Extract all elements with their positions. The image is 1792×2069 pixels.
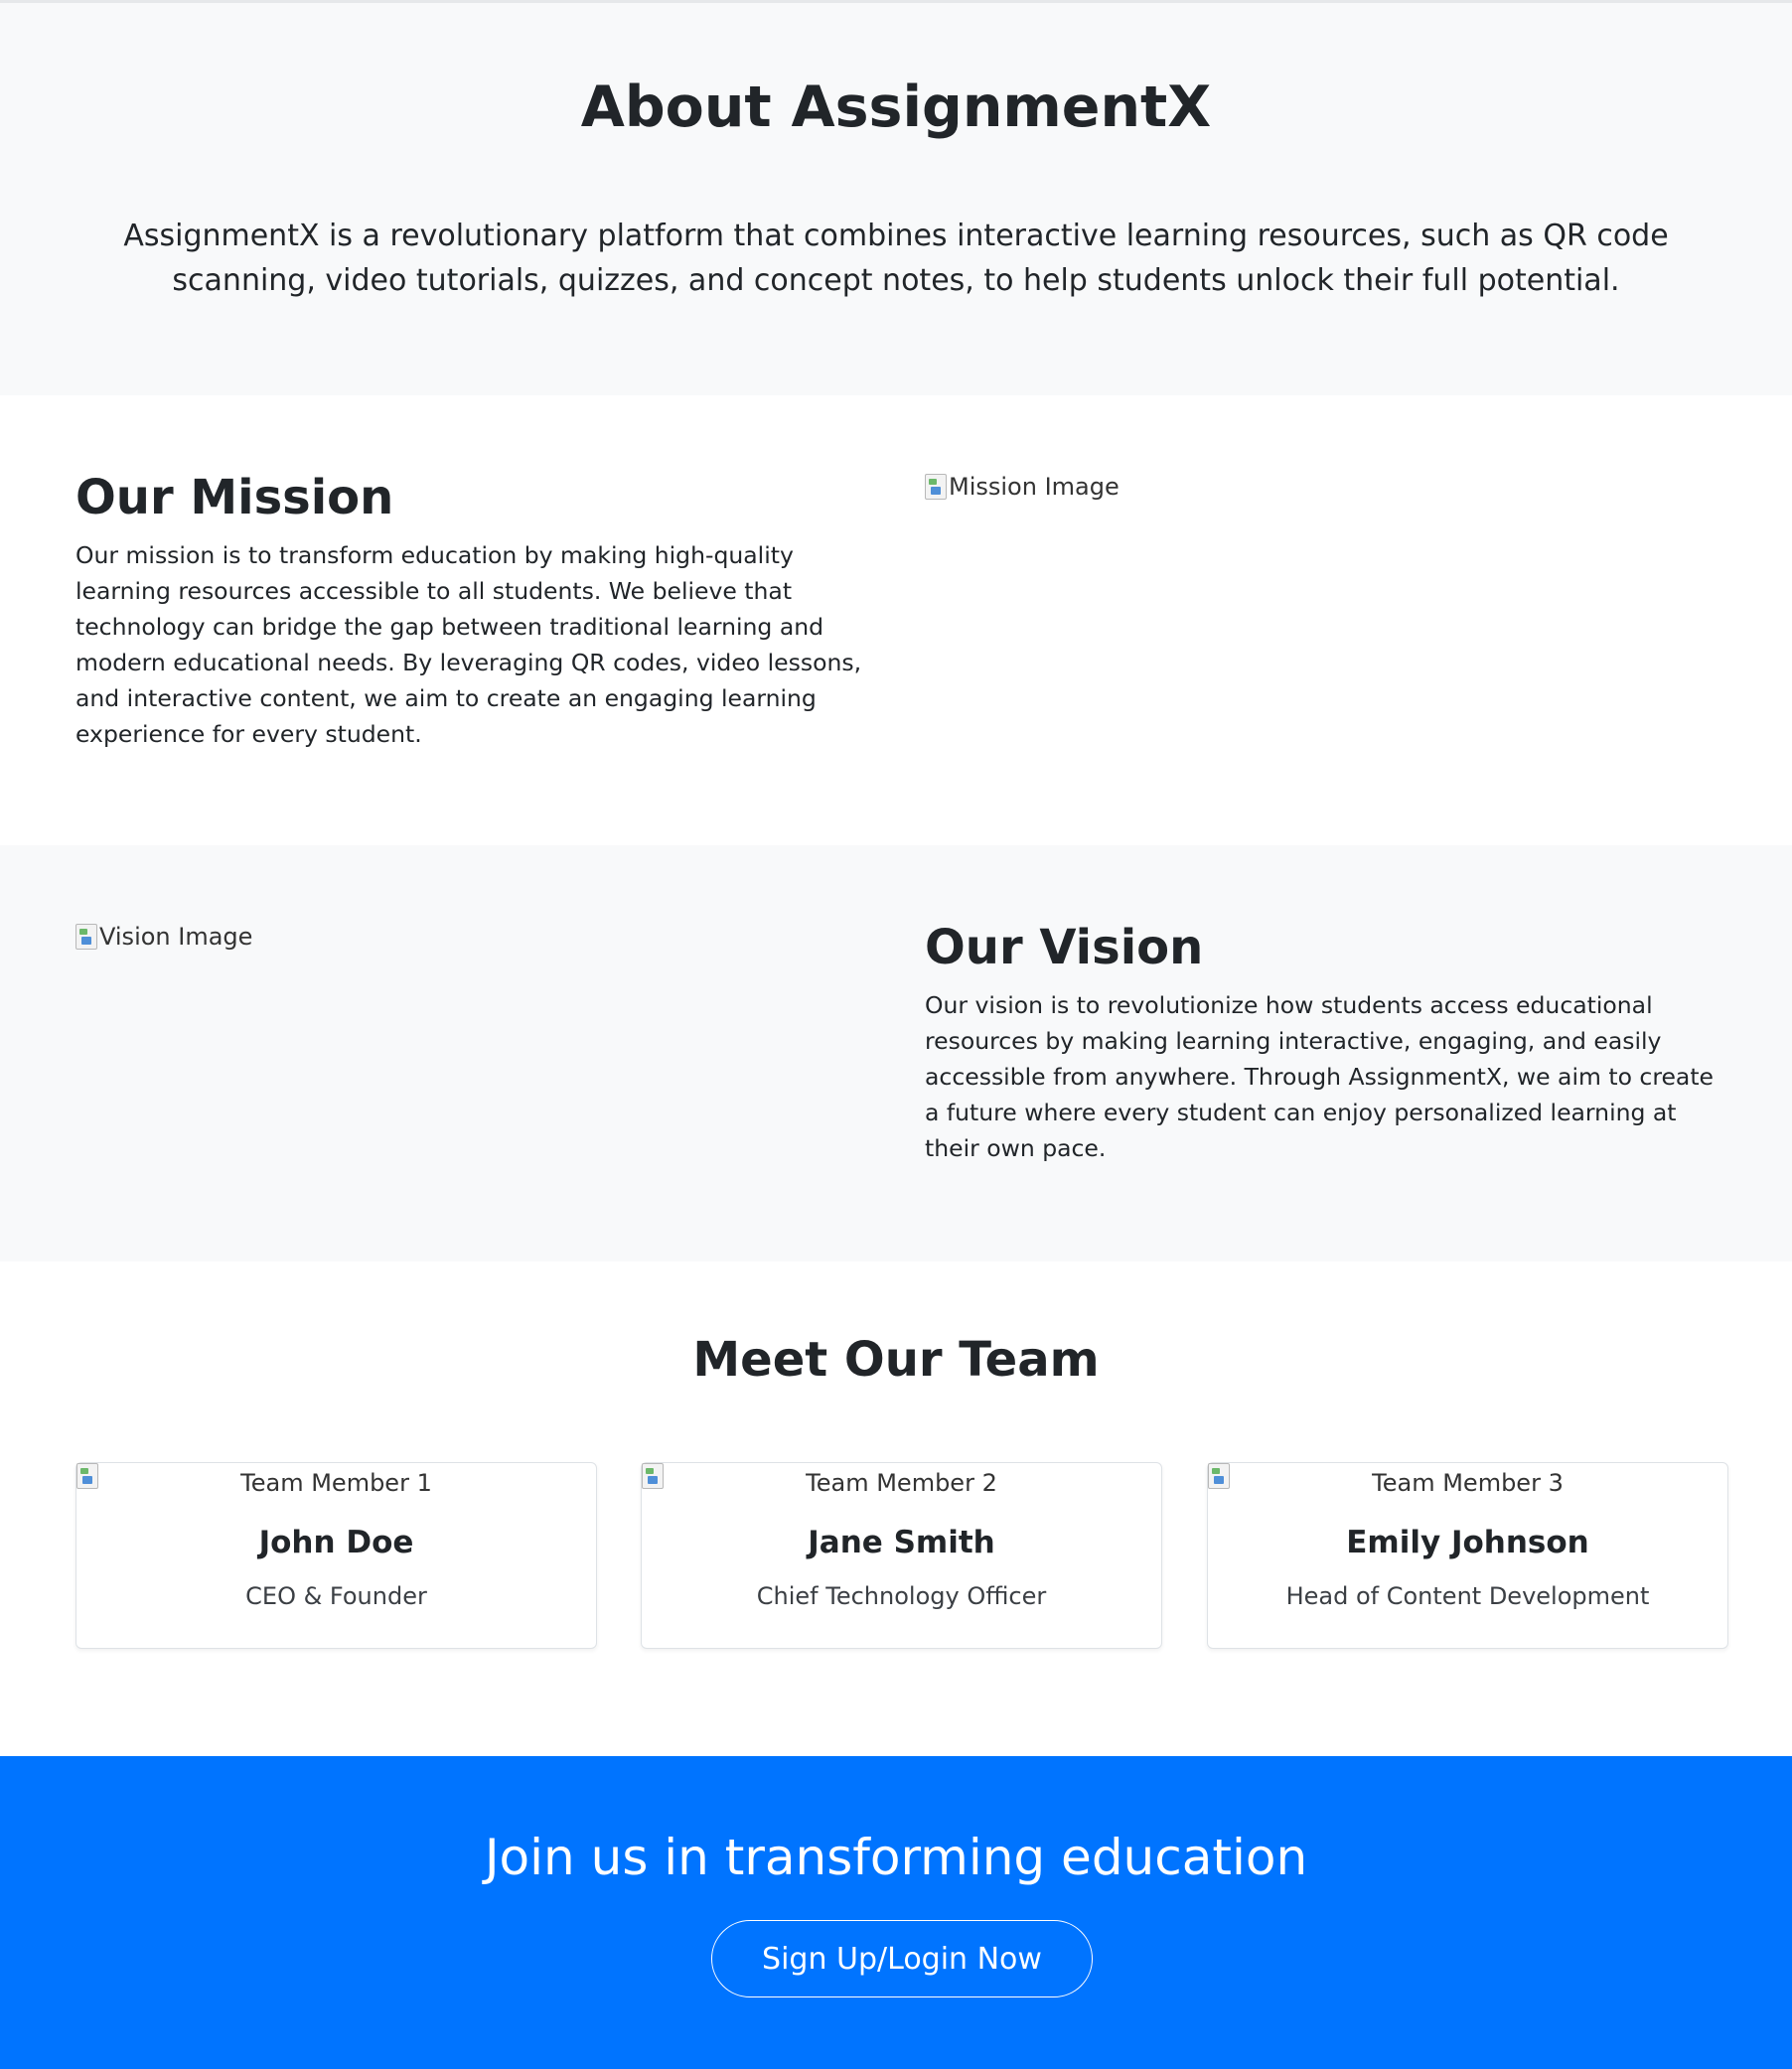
about-page: About AssignmentX AssignmentX is a revol… — [0, 0, 1792, 2069]
mission-section: Our Mission Our mission is to transform … — [0, 395, 1792, 845]
team-member-image-alt: Team Member 1 — [240, 1469, 432, 1497]
broken-image-icon — [925, 474, 947, 500]
team-member-role: Chief Technology Officer — [756, 1582, 1047, 1610]
team-card: Team Member 1 John Doe CEO & Founder — [75, 1462, 597, 1649]
team-card: Team Member 3 Emily Johnson Head of Cont… — [1207, 1462, 1728, 1649]
cta-section: Join us in transforming education Sign U… — [0, 1756, 1792, 2069]
vision-section: Vision Image Our Vision Our vision is to… — [0, 845, 1792, 1261]
vision-image-alt: Vision Image — [99, 923, 253, 951]
team-member-image: Team Member 3 — [1208, 1463, 1727, 1503]
team-section: Meet Our Team Team Member 1 John Doe CEO… — [0, 1261, 1792, 1756]
broken-image-icon — [642, 1463, 664, 1489]
team-member-name: John Doe — [258, 1525, 414, 1560]
team-member-role: CEO & Founder — [245, 1582, 427, 1610]
page-title: About AssignmentX — [580, 74, 1212, 140]
mission-image: Mission Image — [925, 470, 1120, 504]
broken-image-icon — [75, 924, 97, 950]
signup-login-button[interactable]: Sign Up/Login Now — [711, 1920, 1093, 1997]
team-title: Meet Our Team — [692, 1332, 1100, 1388]
team-member-role: Head of Content Development — [1285, 1582, 1650, 1610]
cta-title: Join us in transforming education — [484, 1829, 1308, 1886]
team-member-image: Team Member 1 — [76, 1463, 596, 1503]
broken-image-icon — [76, 1463, 98, 1489]
team-member-name: Emily Johnson — [1346, 1525, 1589, 1560]
vision-title: Our Vision — [925, 920, 1204, 975]
team-member-image: Team Member 2 — [642, 1463, 1161, 1503]
broken-image-icon — [1208, 1463, 1230, 1489]
mission-title: Our Mission — [75, 470, 394, 525]
hero-section: About AssignmentX AssignmentX is a revol… — [0, 0, 1792, 395]
mission-text: Our mission is to transform education by… — [75, 541, 862, 748]
vision-text: Our vision is to revolutionize how stude… — [925, 991, 1715, 1162]
vision-image: Vision Image — [75, 920, 252, 954]
team-member-image-alt: Team Member 3 — [1372, 1469, 1564, 1497]
hero-description: AssignmentX is a revolutionary platform … — [123, 219, 1669, 298]
team-card: Team Member 2 Jane Smith Chief Technolog… — [641, 1462, 1162, 1649]
team-member-image-alt: Team Member 2 — [806, 1469, 997, 1497]
mission-image-alt: Mission Image — [949, 473, 1120, 501]
team-member-name: Jane Smith — [808, 1525, 995, 1560]
